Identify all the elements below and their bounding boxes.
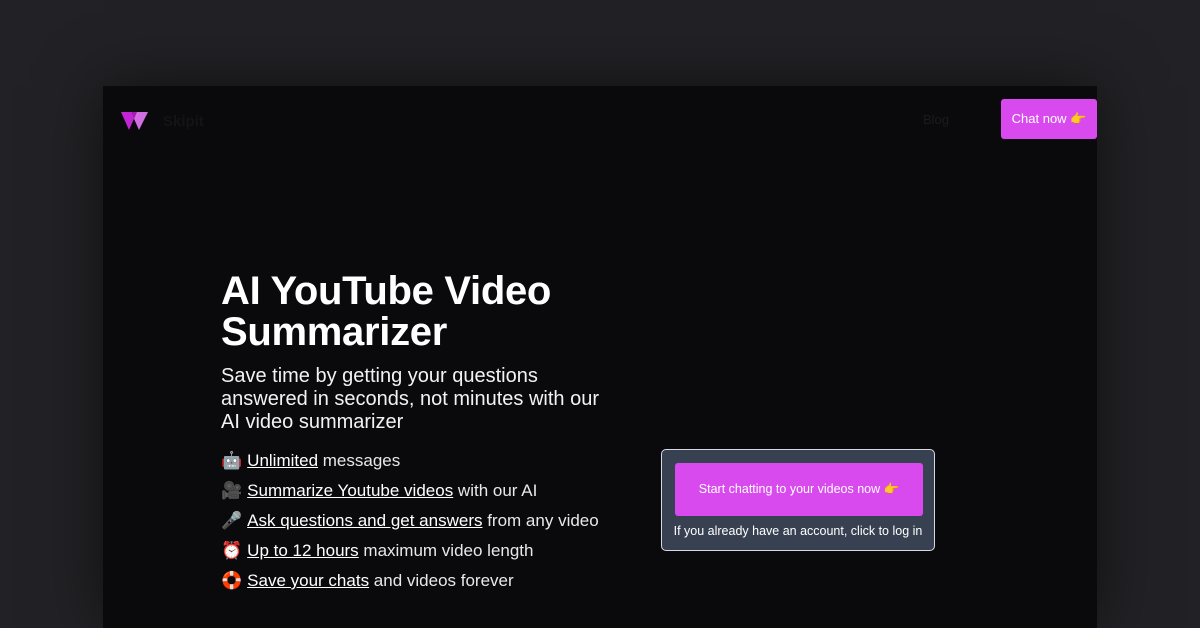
feature-link-video-length[interactable]: Up to 12 hours <box>247 541 359 560</box>
start-chatting-button[interactable]: Start chatting to your videos now 👉 <box>675 463 923 516</box>
page-title: AI YouTube Video Summarizer <box>221 271 621 353</box>
feature-link-summarize[interactable]: Summarize Youtube videos <box>247 481 453 500</box>
nav-blog-link[interactable]: Blog <box>923 112 949 127</box>
feature-item: 🤖 Unlimited messages <box>221 446 621 476</box>
login-link[interactable]: If you already have an account, click to… <box>662 524 934 538</box>
video-camera-icon: 🎥 <box>221 481 243 500</box>
feature-item: 🛟 Save your chats and videos forever <box>221 566 621 596</box>
feature-text: from any video <box>482 511 599 530</box>
alarm-clock-icon: ⏰ <box>221 541 243 560</box>
chat-now-button[interactable]: Chat now 👉 <box>1001 99 1097 139</box>
skipit-logo-icon <box>121 112 148 130</box>
title-line-2: Summarizer <box>221 310 447 354</box>
brand-name: Skipit <box>163 112 204 130</box>
feature-item: ⏰ Up to 12 hours maximum video length <box>221 536 621 566</box>
microphone-icon: 🎤 <box>221 511 243 530</box>
feature-link-save-chats[interactable]: Save your chats <box>247 571 369 590</box>
feature-link-unlimited[interactable]: Unlimited <box>247 451 318 470</box>
feature-link-ask-questions[interactable]: Ask questions and get answers <box>247 511 482 530</box>
feature-text: and videos forever <box>369 571 514 590</box>
feature-text: with our AI <box>453 481 538 500</box>
ring-buoy-icon: 🛟 <box>221 571 243 590</box>
hero-subtitle: Save time by getting your questions answ… <box>221 365 599 433</box>
title-line-1: AI YouTube Video <box>221 269 552 313</box>
feature-item: 🎤 Ask questions and get answers from any … <box>221 506 621 536</box>
cta-card: Start chatting to your videos now 👉 If y… <box>661 449 935 551</box>
landing-page: Skipit Blog Chat now 👉 AI YouTube Video … <box>103 86 1097 628</box>
feature-item: 🎥 Summarize Youtube videos with our AI <box>221 476 621 506</box>
hero-section: AI YouTube Video Summarizer Save time by… <box>221 271 621 596</box>
feature-text: messages <box>318 451 401 470</box>
feature-text: maximum video length <box>358 541 534 560</box>
logo[interactable]: Skipit <box>121 110 204 132</box>
feature-list: 🤖 Unlimited messages 🎥 Summarize Youtube v… <box>221 446 621 596</box>
robot-icon: 🤖 <box>221 451 243 470</box>
